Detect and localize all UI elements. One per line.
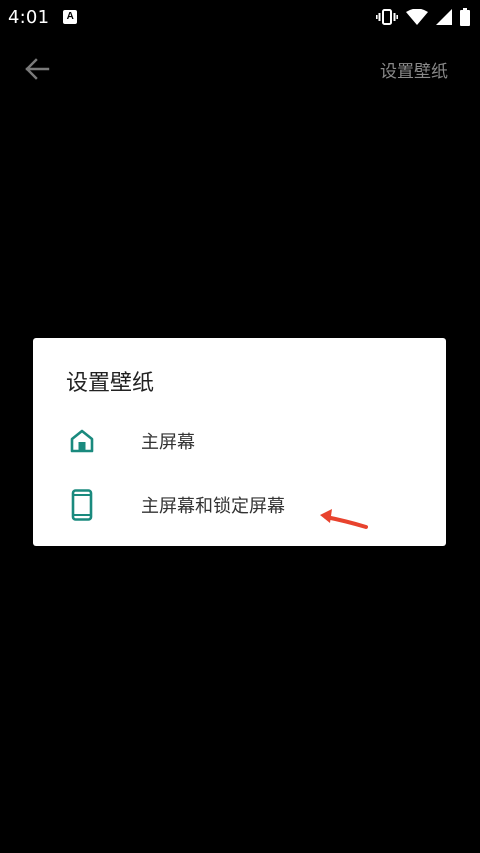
vibrate-icon <box>376 9 398 25</box>
home-icon <box>69 425 95 457</box>
status-left: 4:01 A <box>8 6 78 28</box>
option-home-and-lock-screen[interactable]: 主屏幕和锁定屏幕 <box>33 475 446 535</box>
red-arrow-annotation <box>320 509 368 529</box>
app-bar: 设置壁纸 <box>0 50 480 88</box>
cell-signal-icon <box>436 9 452 25</box>
wallpaper-screen: 4:01 A 设置壁纸 设置壁纸 主屏幕 主屏幕和锁定屏幕 <box>0 0 480 853</box>
option-home-screen[interactable]: 主屏幕 <box>33 411 446 471</box>
option-label-home-and-lock-screen: 主屏幕和锁定屏幕 <box>141 496 285 517</box>
back-button[interactable] <box>22 54 52 84</box>
battery-icon <box>460 8 470 26</box>
option-label-home-screen: 主屏幕 <box>141 432 195 453</box>
notification-icon: A <box>63 10 78 24</box>
phone-icon <box>69 489 95 521</box>
dialog-title: 设置壁纸 <box>66 371 155 396</box>
status-time: 4:01 <box>8 6 50 28</box>
arrow-back-icon <box>25 58 50 80</box>
status-bar: 4:01 A <box>0 0 480 34</box>
set-wallpaper-dialog: 设置壁纸 主屏幕 主屏幕和锁定屏幕 <box>33 338 446 546</box>
wifi-icon <box>406 9 428 25</box>
status-icons <box>376 8 470 26</box>
set-wallpaper-action[interactable]: 设置壁纸 <box>380 57 448 82</box>
